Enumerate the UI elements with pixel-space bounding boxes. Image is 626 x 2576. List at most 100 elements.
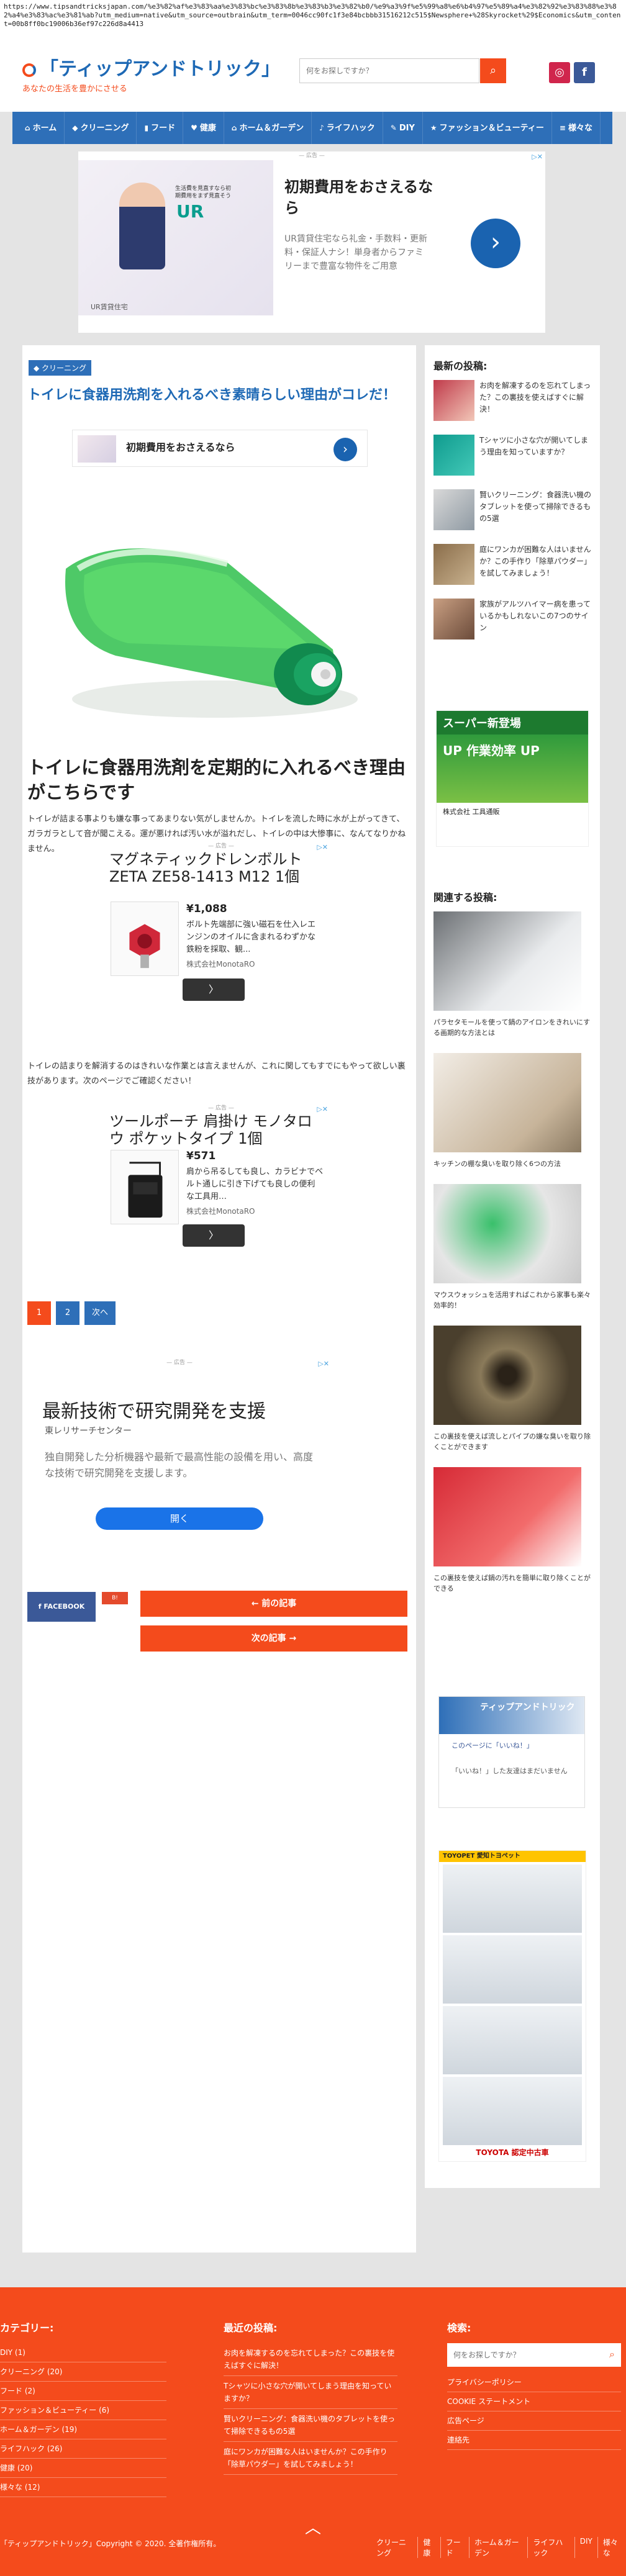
recent-post-item[interactable]: 賢いクリーニング：食器洗い機のタブレットを使って掃除できるもの5選 bbox=[433, 489, 591, 536]
facebook-icon[interactable]: f bbox=[574, 62, 595, 83]
related-post-image[interactable] bbox=[433, 1053, 581, 1152]
car-image[interactable] bbox=[443, 2077, 582, 2145]
footer-nav-item[interactable]: 健康 bbox=[418, 2537, 441, 2558]
recent-post-title[interactable]: 庭にワンカが困難な人はいませんか？この手作り「除草パウダー」を試してみましょう！ bbox=[479, 544, 591, 591]
related-post-item[interactable]: この裏技を使えば鍋の汚れを簡単に取り除くことができる bbox=[433, 1467, 591, 1594]
recent-post-thumb[interactable] bbox=[433, 435, 474, 476]
footer-category-link[interactable]: DIY (1) bbox=[0, 2343, 166, 2362]
recent-post-item[interactable]: 庭にワンカが困難な人はいませんか？この手作り「除草パウダー」を試してみましょう！ bbox=[433, 544, 591, 591]
footer-link-contact[interactable]: 連絡先 bbox=[447, 2431, 621, 2450]
product-name[interactable]: マグネティックドレンボルト ZETA ZE58-1413 M12 1個 bbox=[109, 851, 320, 885]
next-post-button[interactable]: 次の記事 → bbox=[140, 1625, 407, 1652]
footer-category-link[interactable]: フード (2) bbox=[0, 2382, 166, 2401]
page-button-2[interactable]: 2 bbox=[56, 1301, 79, 1325]
related-post-image[interactable] bbox=[433, 1184, 581, 1283]
side-ad-tools[interactable]: スーパー新登場 UP 作業効率 UP 株式会社 工具通販 bbox=[436, 710, 589, 847]
recent-post-title[interactable]: 家族がアルツハイマー病を患っているかもしれないこの7つのサイン bbox=[479, 599, 591, 646]
footer-recent-link[interactable]: 賢いクリーニング：食器洗い機のタブレットを使って掃除できるもの5選 bbox=[224, 2409, 397, 2442]
recent-post-title[interactable]: 賢いクリーニング：食器洗い機のタブレットを使って掃除できるもの5選 bbox=[479, 489, 591, 536]
product-ad[interactable]: — 広告 — ▷✕ ツールポーチ 肩掛け モノタロウ ポケットタイプ 1個 ¥5… bbox=[109, 1104, 333, 1265]
facebook-like-button[interactable]: このページに「いいね！」 bbox=[451, 1740, 533, 1750]
page-button-1[interactable]: 1 bbox=[27, 1301, 51, 1325]
product-button[interactable]: 〉 bbox=[183, 978, 245, 1001]
product-button[interactable]: 〉 bbox=[183, 1224, 245, 1247]
ad-title[interactable]: 初期費用をおさえるなら bbox=[284, 176, 440, 219]
related-post-title[interactable]: この裏技を使えば流しとパイプの嫌な臭いを取り除くことができます bbox=[433, 1431, 591, 1452]
recent-post-thumb[interactable] bbox=[433, 380, 474, 421]
nav-item-health[interactable]: ♥ 健康 bbox=[183, 112, 224, 144]
facebook-page-name[interactable]: ティップアンドトリック bbox=[480, 1701, 575, 1713]
related-post-item[interactable]: パラセタモールを使って鍋のアイロンをきれいにする画期的な方法とは bbox=[433, 911, 591, 1038]
back-to-top-icon[interactable]: ︿ bbox=[302, 2520, 324, 2537]
recent-post-title[interactable]: Tシャツに小さな穴が開いてしまう理由を知っていますか？ bbox=[479, 435, 591, 482]
related-post-image[interactable] bbox=[433, 1467, 581, 1566]
footer-recent-link[interactable]: 庭にワンカが困難な人はいませんか？この手作り「除草パウダー」を試してみましょう！ bbox=[224, 2442, 397, 2475]
tech-ad[interactable]: — 広告 — ▷✕ 最新技術で研究開発を支援 東レリサーチセンター 独自開発した… bbox=[27, 1358, 332, 1539]
search-input[interactable] bbox=[300, 59, 449, 83]
inline-ad[interactable]: 初期費用をおさえるなら › bbox=[72, 430, 368, 467]
footer-link-cookie[interactable]: COOKIE ステートメント bbox=[447, 2392, 621, 2411]
related-post-item[interactable]: マウスウォッシュを活用すればこれから家事も楽々効率的！ bbox=[433, 1184, 591, 1311]
recent-post-item[interactable]: Tシャツに小さな穴が開いてしまう理由を知っていますか？ bbox=[433, 435, 591, 482]
footer-category-link[interactable]: 様々な (12) bbox=[0, 2478, 166, 2497]
nav-item-diy[interactable]: ✎ DIY bbox=[383, 112, 423, 144]
footer-nav-item[interactable]: ライフハック bbox=[528, 2537, 575, 2558]
footer-nav-item[interactable]: フード bbox=[441, 2537, 470, 2558]
recent-post-thumb[interactable] bbox=[433, 489, 474, 530]
search-icon[interactable]: ⌕ bbox=[609, 2348, 615, 2361]
footer-nav-item[interactable]: ホーム＆ガーデン bbox=[470, 2537, 528, 2558]
facebook-share-button[interactable]: f FACEBOOK bbox=[27, 1592, 96, 1622]
footer-link-privacy[interactable]: プライバシーポリシー bbox=[447, 2373, 621, 2392]
car-image[interactable] bbox=[443, 1935, 582, 2004]
footer-category-link[interactable]: クリーニング (20) bbox=[0, 2362, 166, 2382]
site-logo[interactable]: 「ティップアンドトリック」 あなたの生活を豊かにさせる bbox=[22, 53, 280, 94]
nav-item-lifehack[interactable]: ♪ ライフハック bbox=[312, 112, 383, 144]
recent-post-title[interactable]: お肉を解凍するのを忘れてしまった？この裏技を使えばすぐに解決！ bbox=[479, 380, 591, 427]
ad-image[interactable]: 生活費を見直すなら初期費用をまず見直そう UR bbox=[78, 160, 273, 315]
facebook-page-widget[interactable]: ティップアンドトリック このページに「いいね！」 「いいね！」した友達はまだいま… bbox=[438, 1696, 585, 1808]
adchoices-icon[interactable]: ▷✕ bbox=[532, 153, 543, 161]
recent-post-thumb[interactable] bbox=[433, 599, 474, 639]
nav-item-cleaning[interactable]: ◆ クリーニング bbox=[65, 112, 137, 144]
recent-post-item[interactable]: 家族がアルツハイマー病を患っているかもしれないこの7つのサイン bbox=[433, 599, 591, 646]
recent-post-thumb[interactable] bbox=[433, 544, 474, 585]
hatena-bookmark-button[interactable]: B! bbox=[102, 1592, 128, 1604]
footer-category-link[interactable]: 健康 (20) bbox=[0, 2459, 166, 2478]
instagram-icon[interactable]: ◎ bbox=[549, 62, 570, 83]
product-image-tool-pouch[interactable] bbox=[111, 1150, 179, 1224]
footer-recent-link[interactable]: お肉を解凍するのを忘れてしまった？この裏技を使えばすぐに解決！ bbox=[224, 2343, 397, 2376]
page-next-button[interactable]: 次へ bbox=[84, 1301, 116, 1325]
related-post-title[interactable]: マウスウォッシュを活用すればこれから家事も楽々効率的！ bbox=[433, 1290, 591, 1311]
footer-search-input[interactable] bbox=[447, 2343, 596, 2367]
footer-nav-item[interactable]: クリーニング bbox=[371, 2537, 419, 2558]
related-post-image[interactable] bbox=[433, 911, 581, 1011]
footer-nav-item[interactable]: 様々な bbox=[598, 2537, 626, 2558]
adchoices-icon[interactable]: ▷✕ bbox=[318, 1360, 329, 1368]
nav-item-misc[interactable]: ≡ 様々な bbox=[552, 112, 601, 144]
car-image[interactable] bbox=[443, 1864, 582, 1933]
footer-category-link[interactable]: ファッション＆ビューティー (6) bbox=[0, 2401, 166, 2420]
nav-item-home-garden[interactable]: ⌂ ホーム＆ガーデン bbox=[224, 112, 312, 144]
nav-item-food[interactable]: ▮ フード bbox=[137, 112, 184, 144]
prev-post-button[interactable]: ← 前の記事 bbox=[140, 1591, 407, 1617]
tech-ad-title[interactable]: 最新技術で研究開発を支援 bbox=[42, 1396, 266, 1423]
category-badge[interactable]: ◆ クリーニング bbox=[29, 360, 92, 376]
footer-category-link[interactable]: ライフハック (26) bbox=[0, 2439, 166, 2459]
product-image-drain-bolt[interactable] bbox=[111, 902, 179, 976]
footer-recent-link[interactable]: Tシャツに小さな穴が開いてしまう理由を知っていますか？ bbox=[224, 2376, 397, 2409]
related-post-image[interactable] bbox=[433, 1326, 581, 1425]
search-button[interactable]: ⌕ bbox=[480, 58, 506, 83]
related-post-title[interactable]: パラセタモールを使って鍋のアイロンをきれいにする画期的な方法とは bbox=[433, 1017, 591, 1038]
related-post-item[interactable]: キッチンの棚な臭いを取り除く6つの方法 bbox=[433, 1053, 591, 1169]
chevron-right-icon[interactable]: › bbox=[471, 219, 520, 268]
nav-item-home[interactable]: ⌂ ホーム bbox=[17, 112, 65, 144]
product-ad[interactable]: — 広告 — ▷✕ マグネティックドレンボルト ZETA ZE58-1413 M… bbox=[109, 842, 333, 1003]
footer-nav-item[interactable]: DIY bbox=[575, 2537, 598, 2558]
footer-category-link[interactable]: ホーム＆ガーデン (19) bbox=[0, 2420, 166, 2439]
nav-item-fashion[interactable]: ★ ファッション＆ビューティー bbox=[423, 112, 552, 144]
related-post-title[interactable]: この裏技を使えば鍋の汚れを簡単に取り除くことができる bbox=[433, 1573, 591, 1594]
recent-post-item[interactable]: お肉を解凍するのを忘れてしまった？この裏技を使えばすぐに解決！ bbox=[433, 380, 591, 427]
car-image[interactable] bbox=[443, 2006, 582, 2074]
toyota-ad[interactable]: TOYOPET 愛知トヨペット TOYOTA 認定中古車 bbox=[438, 1850, 586, 2162]
related-post-title[interactable]: キッチンの棚な臭いを取り除く6つの方法 bbox=[433, 1159, 591, 1169]
